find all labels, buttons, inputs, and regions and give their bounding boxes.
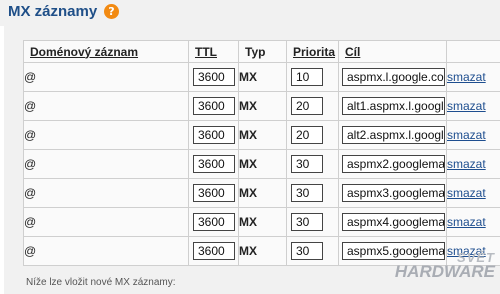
target-input[interactable]: aspmx.l.google.com bbox=[342, 68, 445, 86]
target-input[interactable]: aspmx2.googlemail.com bbox=[342, 155, 445, 173]
cell-ttl: 3600 bbox=[188, 149, 239, 179]
cell-ttl: 3600 bbox=[188, 62, 239, 92]
cell-action: smazat bbox=[446, 120, 500, 150]
cell-type: MX bbox=[238, 207, 287, 237]
ttl-input[interactable]: 3600 bbox=[193, 68, 235, 86]
priority-input[interactable]: 20 bbox=[291, 97, 323, 115]
cell-target: alt2.aspmx.l.google.com bbox=[338, 120, 447, 150]
delete-link[interactable]: smazat bbox=[448, 128, 486, 142]
priority-input[interactable]: 20 bbox=[291, 126, 323, 144]
delete-link[interactable]: smazat bbox=[448, 70, 486, 84]
section-title: MX záznamy bbox=[8, 3, 98, 20]
table-row: @3600MX30 aspmx2.googlemail.comsmazat bbox=[23, 149, 500, 179]
footer-note: Níže lze vložit nové MX záznamy: bbox=[26, 277, 176, 288]
table-row: @3600MX30 aspmx4.googlemail.comsmazat bbox=[23, 207, 500, 237]
cell-domain: @ bbox=[23, 236, 189, 266]
cell-ttl: 3600 bbox=[188, 178, 239, 208]
ttl-input[interactable]: 3600 bbox=[193, 242, 235, 260]
column-header-target[interactable]: Cíl bbox=[338, 40, 447, 63]
cell-domain: @ bbox=[23, 207, 189, 237]
cell-target: alt1.aspmx.l.google.com bbox=[338, 91, 447, 121]
help-icon[interactable]: ? bbox=[104, 4, 119, 19]
column-header-action bbox=[446, 40, 500, 63]
ttl-input[interactable]: 3600 bbox=[193, 184, 235, 202]
cell-domain: @ bbox=[23, 91, 189, 121]
priority-input[interactable]: 10 bbox=[291, 68, 323, 86]
target-input[interactable]: alt1.aspmx.l.google.com bbox=[342, 97, 445, 115]
watermark-logo: SVĚT HARDWARE bbox=[393, 250, 495, 290]
cell-action: smazat bbox=[446, 91, 500, 121]
cell-type: MX bbox=[238, 178, 287, 208]
priority-input[interactable]: 30 bbox=[291, 242, 323, 260]
cell-action: smazat bbox=[446, 178, 500, 208]
column-header-ttl[interactable]: TTL bbox=[188, 40, 239, 63]
delete-link[interactable]: smazat bbox=[448, 157, 486, 171]
mx-records-table: Doménový záznam TTL Typ Priorita Cíl @36… bbox=[23, 40, 500, 266]
cell-type: MX bbox=[238, 236, 287, 266]
ttl-input[interactable]: 3600 bbox=[193, 213, 235, 231]
cell-priority: 20 bbox=[286, 120, 339, 150]
cell-ttl: 3600 bbox=[188, 207, 239, 237]
table-row: @3600MX20 alt1.aspmx.l.google.comsmazat bbox=[23, 91, 500, 121]
table-row: @3600MX20 alt2.aspmx.l.google.comsmazat bbox=[23, 120, 500, 150]
cell-ttl: 3600 bbox=[188, 120, 239, 150]
target-input[interactable]: alt2.aspmx.l.google.com bbox=[342, 126, 445, 144]
priority-input[interactable]: 30 bbox=[291, 213, 323, 231]
cell-priority: 30 bbox=[286, 236, 339, 266]
cell-type: MX bbox=[238, 120, 287, 150]
cell-action: smazat bbox=[446, 207, 500, 237]
table-row: @3600 MX 10 aspmx.l.google.com smazat bbox=[23, 62, 500, 92]
ttl-input[interactable]: 3600 bbox=[193, 97, 235, 115]
cell-domain: @ bbox=[23, 120, 189, 150]
delete-link[interactable]: smazat bbox=[448, 99, 486, 113]
cell-target: aspmx.l.google.com bbox=[338, 62, 447, 92]
cell-action: smazat bbox=[446, 62, 500, 92]
section-header: MX záznamy ? bbox=[0, 0, 500, 26]
cell-target: aspmx2.googlemail.com bbox=[338, 149, 447, 179]
mx-panel: Doménový záznam TTL Typ Priorita Cíl @36… bbox=[4, 26, 500, 294]
cell-ttl: 3600 bbox=[188, 91, 239, 121]
column-header-domain[interactable]: Doménový záznam bbox=[23, 40, 189, 63]
cell-domain: @ bbox=[23, 178, 189, 208]
delete-link[interactable]: smazat bbox=[448, 215, 486, 229]
cell-action: smazat bbox=[446, 149, 500, 179]
delete-link[interactable]: smazat bbox=[448, 186, 486, 200]
table-row: @3600MX30 aspmx3.googlemail.comsmazat bbox=[23, 178, 500, 208]
cell-priority: 30 bbox=[286, 149, 339, 179]
column-header-priority[interactable]: Priorita bbox=[286, 40, 339, 63]
cell-type: MX bbox=[238, 62, 287, 92]
watermark-line2: HARDWARE bbox=[394, 262, 495, 281]
column-header-type: Typ bbox=[238, 40, 287, 63]
cell-type: MX bbox=[238, 91, 287, 121]
target-input[interactable]: aspmx4.googlemail.com bbox=[342, 213, 445, 231]
ttl-input[interactable]: 3600 bbox=[193, 126, 235, 144]
cell-domain: @ bbox=[23, 149, 189, 179]
cell-type: MX bbox=[238, 149, 287, 179]
cell-priority: 10 bbox=[286, 62, 339, 92]
cell-priority: 30 bbox=[286, 207, 339, 237]
priority-input[interactable]: 30 bbox=[291, 184, 323, 202]
ttl-input[interactable]: 3600 bbox=[193, 155, 235, 173]
table-header-row: Doménový záznam TTL Typ Priorita Cíl bbox=[23, 40, 500, 63]
priority-input[interactable]: 30 bbox=[291, 155, 323, 173]
target-input[interactable]: aspmx3.googlemail.com bbox=[342, 184, 445, 202]
cell-priority: 30 bbox=[286, 178, 339, 208]
cell-ttl: 3600 bbox=[188, 236, 239, 266]
cell-target: aspmx4.googlemail.com bbox=[338, 207, 447, 237]
cell-domain: @ bbox=[23, 62, 189, 92]
cell-target: aspmx3.googlemail.com bbox=[338, 178, 447, 208]
cell-priority: 20 bbox=[286, 91, 339, 121]
